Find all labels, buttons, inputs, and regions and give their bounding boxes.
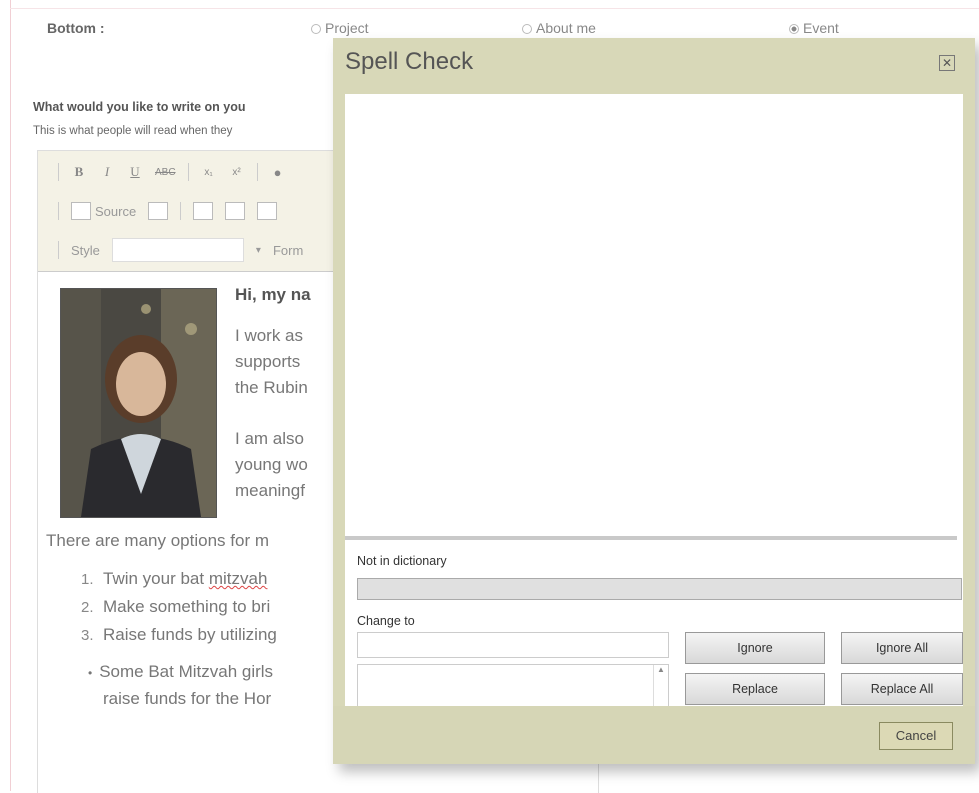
ignore-all-button[interactable]: Ignore All	[841, 632, 963, 664]
chevron-down-icon[interactable]: ▾	[256, 245, 261, 256]
list-text: Twin your bat	[103, 569, 209, 588]
text-line: supports	[235, 352, 301, 371]
italic-button[interactable]: I	[99, 164, 115, 180]
paragraph-also: I am also young wo meaningf	[235, 426, 308, 504]
list-number: 3.	[81, 627, 94, 644]
list-number: 1.	[81, 571, 94, 588]
toolbar-separator	[187, 163, 189, 181]
strike-button[interactable]: ABC	[155, 167, 176, 178]
not-in-dictionary-field	[357, 578, 962, 600]
change-to-input[interactable]	[357, 632, 669, 658]
toolbar-separator	[58, 163, 59, 181]
radio-about-me[interactable]: About me	[522, 20, 596, 36]
toolbar-separator	[256, 163, 258, 181]
radio-event-label: Event	[803, 20, 839, 36]
radio-project[interactable]: Project	[311, 20, 369, 36]
close-icon[interactable]: ✕	[939, 55, 955, 71]
ordered-list: 1. Twin your bat mitzvah 2. Make something…	[81, 565, 277, 649]
ignore-button[interactable]: Ignore	[685, 632, 825, 664]
question-subtitle: This is what people will read when they	[33, 125, 233, 137]
list-text: Make something to bri	[103, 597, 271, 616]
text-line: young wo	[235, 455, 308, 474]
preview-icon[interactable]	[225, 202, 246, 220]
toolbar-separator	[180, 202, 182, 220]
toolbar-separator	[58, 202, 59, 220]
superscript-button[interactable]: x²	[229, 167, 245, 178]
new-page-icon[interactable]	[193, 202, 214, 220]
list-text: Some Bat Mitzvah girls	[99, 662, 274, 681]
toolbar-row-source: Source	[58, 196, 278, 226]
bullet-icon: •	[88, 666, 93, 680]
bullet-list: • Some Bat Mitzvah girls raise funds for …	[88, 659, 273, 712]
toolbar-row-style: Style ▾ Form	[58, 235, 303, 265]
spell-preview-pane	[345, 94, 957, 540]
style-label: Style	[71, 242, 100, 258]
dialog-body: Not in dictionary Change to ▲ Ignore Ign…	[345, 94, 963, 710]
radio-dot-icon	[311, 24, 321, 35]
paragraph-work: I work as supports the Rubin	[235, 323, 308, 401]
spell-check-dialog: Spell Check ✕ Not in dictionary Change t…	[333, 38, 975, 764]
profile-photo	[60, 288, 217, 518]
underline-button[interactable]: U	[127, 164, 143, 180]
list-item: 1. Twin your bat mitzvah	[81, 565, 277, 593]
not-in-dictionary-label: Not in dictionary	[357, 554, 447, 568]
text-line: meaningf	[235, 481, 305, 500]
radio-project-label: Project	[325, 20, 369, 36]
bottom-label: Bottom :	[47, 20, 105, 36]
page-border-top	[10, 8, 979, 9]
toolbar-row-format: B I U ABC x₁ x² ●	[58, 157, 286, 187]
subscript-button[interactable]: x₁	[201, 167, 217, 178]
radio-dot-checked-icon	[789, 24, 799, 35]
greeting-text: Hi, my na	[235, 285, 311, 304]
list-text: Raise funds by utilizing	[103, 625, 277, 644]
dialog-footer: Cancel	[333, 706, 975, 764]
text-line: I work as	[235, 326, 304, 345]
bold-button[interactable]: B	[71, 164, 87, 180]
source-label: Source	[95, 203, 137, 219]
options-line: There are many options for m	[46, 531, 269, 550]
question-heading: What would you like to write on you	[33, 100, 246, 114]
replace-button[interactable]: Replace	[685, 673, 825, 705]
page-border-left	[10, 0, 11, 791]
list-number: 2.	[81, 599, 94, 616]
portrait-image	[61, 289, 216, 517]
cancel-button[interactable]: Cancel	[879, 722, 953, 750]
toolbar-separator	[58, 241, 59, 259]
replace-all-button[interactable]: Replace All	[841, 673, 963, 705]
suggestions-list[interactable]: ▲	[357, 664, 669, 710]
templates-icon[interactable]	[257, 202, 278, 220]
radio-event[interactable]: Event	[789, 20, 839, 36]
scrollbar[interactable]: ▲	[653, 665, 668, 709]
list-item: 3. Raise funds by utilizing	[81, 621, 277, 649]
text-line: the Rubin	[235, 378, 308, 397]
list-item: • Some Bat Mitzvah girls	[88, 659, 273, 686]
source-icon	[71, 202, 91, 220]
list-item: 2. Make something to bri	[81, 593, 277, 621]
text-line: I am also	[235, 429, 304, 448]
misspelled-word: mitzvah	[208, 569, 268, 588]
save-icon[interactable]	[148, 202, 169, 220]
source-button[interactable]: Source	[71, 202, 136, 220]
globe-icon[interactable]: ●	[270, 165, 286, 180]
format-label: Form	[272, 242, 304, 258]
radio-dot-icon	[522, 24, 532, 35]
radio-about-me-label: About me	[536, 20, 596, 36]
list-text: raise funds for the Hor	[103, 689, 272, 708]
style-dropdown[interactable]	[111, 238, 244, 262]
dialog-title: Spell Check	[345, 48, 474, 75]
change-to-label: Change to	[357, 614, 415, 628]
